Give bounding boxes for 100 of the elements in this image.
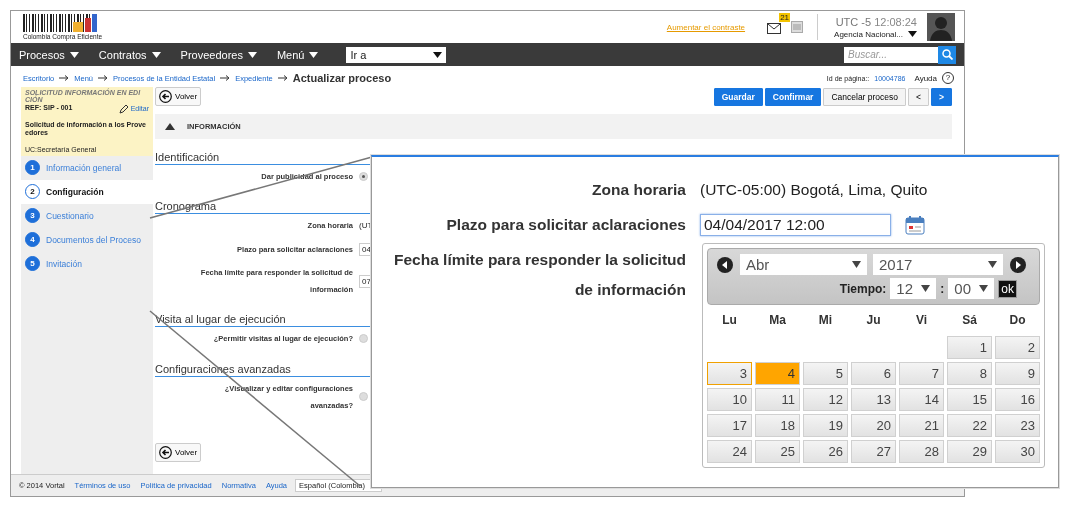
calendar-icon[interactable] xyxy=(905,215,925,235)
day-cell[interactable]: 27 xyxy=(851,440,896,463)
year-select[interactable]: 2017 xyxy=(873,254,1003,275)
goto-select[interactable]: Ir a xyxy=(346,46,447,63)
back-arrow-icon xyxy=(159,90,172,103)
ok-button[interactable]: ok xyxy=(998,279,1017,298)
day-cell[interactable]: 22 xyxy=(947,414,992,437)
day-cell[interactable]: 25 xyxy=(755,440,800,463)
day-cell[interactable]: 3 xyxy=(707,362,752,385)
help-link[interactable]: Ayuda xyxy=(914,73,937,83)
pencil-icon[interactable] xyxy=(118,103,129,114)
weekday-label: Lu xyxy=(721,313,738,329)
action-button[interactable]: Guardar xyxy=(713,88,763,106)
previous-month-icon[interactable] xyxy=(716,255,734,274)
nav-menu[interactable]: Contratos xyxy=(98,48,161,61)
caret-icon xyxy=(852,261,861,268)
step-number: 3 xyxy=(25,208,40,224)
page-title: Actualizar proceso xyxy=(292,72,392,84)
weekday-label: Ma xyxy=(768,313,787,329)
field-value: (UTC-05:00) Bogotá, Lima, Quito xyxy=(700,181,928,199)
day-cell[interactable]: 7 xyxy=(899,362,944,385)
day-cell[interactable]: 5 xyxy=(803,362,848,385)
action-button[interactable]: Cancelar proceso xyxy=(823,88,907,106)
day-cell[interactable]: 14 xyxy=(899,388,944,411)
day-cell[interactable]: 19 xyxy=(803,414,848,437)
arrow-icon xyxy=(59,75,70,81)
day-cell[interactable]: 29 xyxy=(947,440,992,463)
field-label: Zona horaria xyxy=(591,180,686,200)
caret-icon xyxy=(921,285,931,292)
nav-menu[interactable]: Proveedores xyxy=(180,48,257,61)
barcode-logo-icon xyxy=(23,14,99,32)
day-cell[interactable]: 17 xyxy=(707,414,752,437)
step-number: 1 xyxy=(25,160,40,176)
radio-button[interactable] xyxy=(359,392,368,402)
day-cell[interactable]: 12 xyxy=(803,388,848,411)
hour-select[interactable]: 12 xyxy=(890,278,937,299)
caret-icon xyxy=(247,51,257,58)
day-cell[interactable]: 11 xyxy=(755,388,800,411)
day-cell[interactable]: 20 xyxy=(851,414,896,437)
back-button[interactable]: Volver xyxy=(155,443,202,462)
caret-icon xyxy=(309,51,319,58)
caret-icon xyxy=(69,51,79,58)
day-cell[interactable]: 16 xyxy=(995,388,1040,411)
next-month-icon[interactable] xyxy=(1009,255,1027,274)
date-field[interactable]: 04/04/2017 12:00 xyxy=(700,214,891,236)
action-button[interactable]: Confirmar xyxy=(764,88,822,106)
timezone-label: UTC -5 xyxy=(835,15,872,28)
day-cell[interactable]: 26 xyxy=(803,440,848,463)
day-cell[interactable]: 15 xyxy=(947,388,992,411)
clock-time: 12:08:24 xyxy=(874,15,917,28)
day-cell[interactable]: 18 xyxy=(755,414,800,437)
weekday-label: Vi xyxy=(914,313,929,329)
step-item[interactable]: 3 Cuestionario xyxy=(21,203,153,228)
day-cell[interactable]: 10 xyxy=(707,388,752,411)
day-cell[interactable]: 28 xyxy=(899,440,944,463)
nav-menu[interactable]: Procesos xyxy=(19,48,79,61)
nav-menu[interactable]: Menú xyxy=(276,48,319,61)
caret-icon[interactable] xyxy=(908,31,917,37)
day-cell[interactable]: 23 xyxy=(995,414,1040,437)
envelope-icon[interactable] xyxy=(767,23,782,34)
day-cell[interactable]: 13 xyxy=(851,388,896,411)
weekday-label: Do xyxy=(1008,313,1027,329)
agency-name[interactable]: Agencia Nacional... xyxy=(834,29,903,39)
day-cell[interactable]: 24 xyxy=(707,440,752,463)
time-label: Tiempo: xyxy=(839,281,887,296)
weekday-label: Sá xyxy=(961,313,978,329)
day-cell[interactable]: 9 xyxy=(995,362,1040,385)
field-label: Plazo para solicitar aclaraciones xyxy=(445,215,686,235)
day-cell[interactable]: 4 xyxy=(755,362,800,385)
radio-button[interactable] xyxy=(359,172,368,182)
action-button[interactable]: > xyxy=(931,88,952,106)
field-label: Fecha límite para responder la solicitud de información xyxy=(393,250,686,300)
day-cell[interactable]: 8 xyxy=(947,362,992,385)
step-item[interactable]: 1 Información general xyxy=(21,155,153,180)
caret-icon xyxy=(151,51,161,58)
search-button[interactable] xyxy=(938,45,956,64)
arrow-icon xyxy=(98,75,109,81)
radio-button[interactable] xyxy=(359,334,368,344)
caret-icon xyxy=(433,51,443,58)
search-field[interactable]: Buscar... xyxy=(844,46,938,63)
weekday-label: Ju xyxy=(865,313,882,329)
day-cell[interactable]: 30 xyxy=(995,440,1040,463)
step-item[interactable]: 5 Invitación xyxy=(21,251,153,276)
step-number: 5 xyxy=(25,256,40,272)
month-select[interactable]: Abr xyxy=(740,254,867,275)
back-button[interactable]: Volver xyxy=(155,87,202,106)
collapse-icon[interactable] xyxy=(165,123,175,130)
day-cell[interactable]: 2 xyxy=(995,336,1040,359)
step-item[interactable]: 2 Configuración xyxy=(21,179,153,204)
step-item[interactable]: 4 Documentos del Proceso xyxy=(21,227,153,252)
day-cell[interactable]: 1 xyxy=(947,336,992,359)
step-number: 2 xyxy=(25,184,40,200)
day-cell[interactable]: 6 xyxy=(851,362,896,385)
arrow-icon xyxy=(220,75,231,81)
minute-select[interactable]: 00 xyxy=(948,278,995,299)
caret-icon xyxy=(979,285,989,292)
caret-icon xyxy=(988,261,997,268)
weekday-label: Mi xyxy=(817,313,834,329)
action-button[interactable]: < xyxy=(908,88,930,106)
day-cell[interactable]: 21 xyxy=(899,414,944,437)
